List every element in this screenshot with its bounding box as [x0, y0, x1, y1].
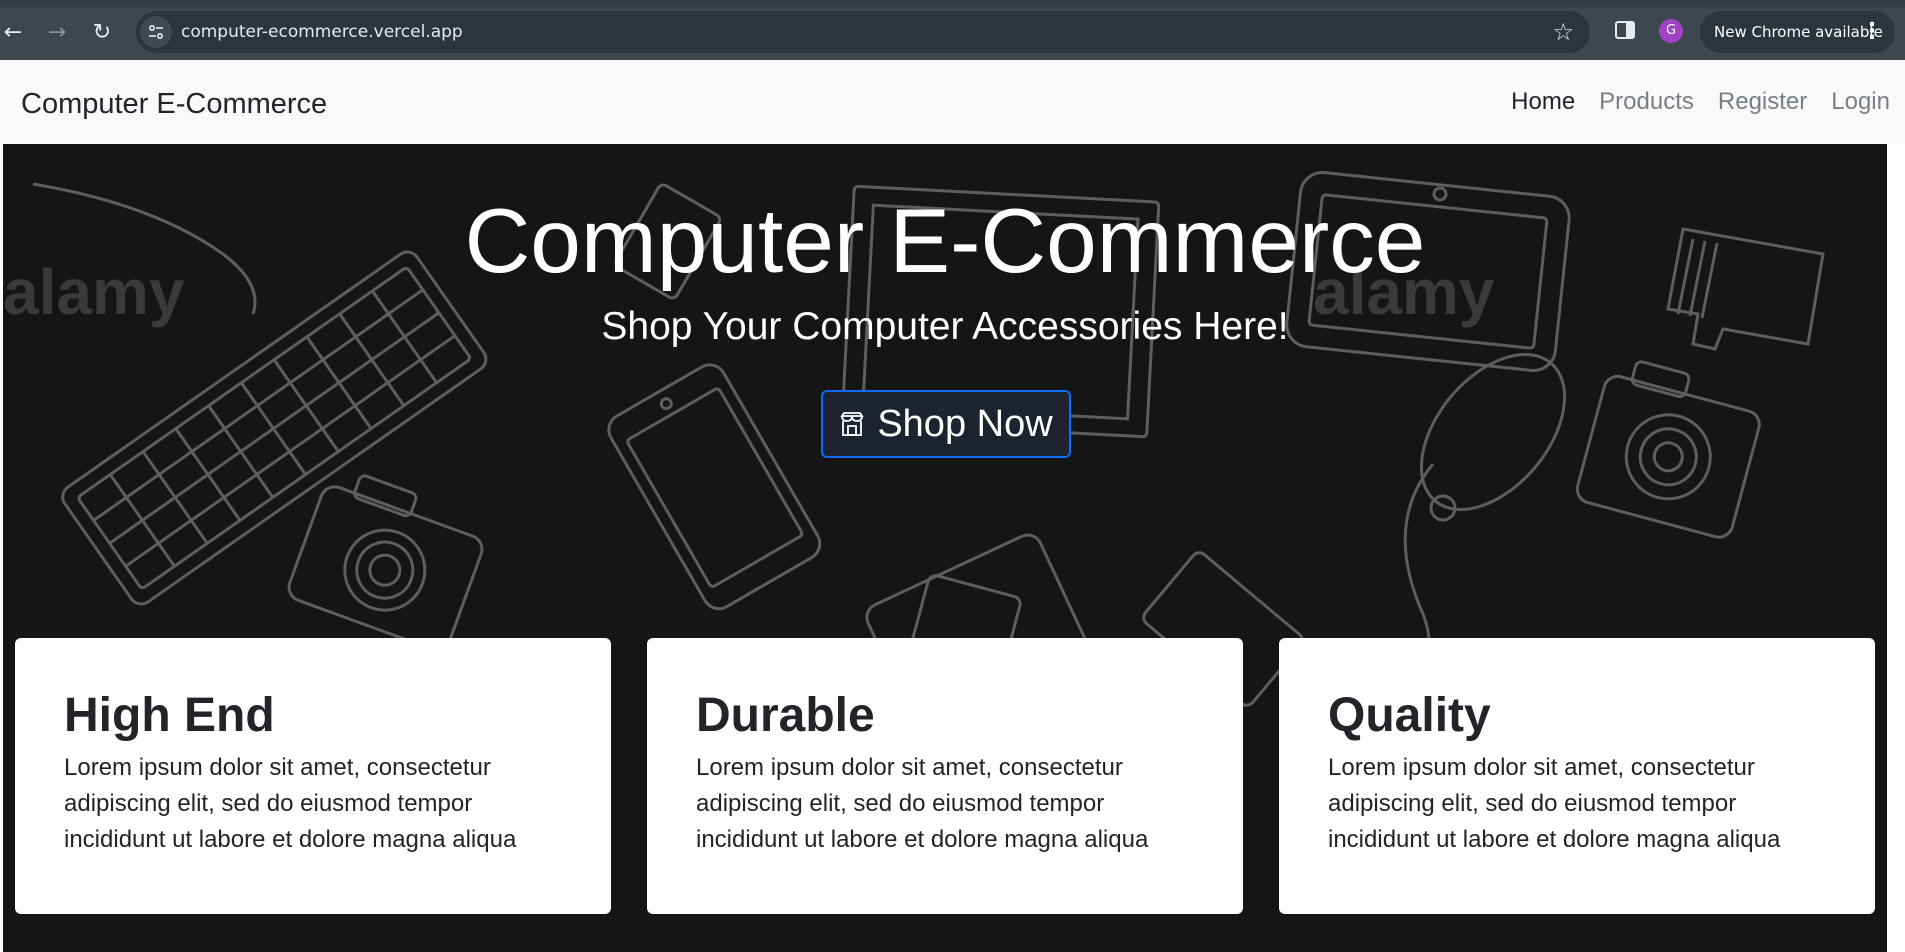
shop-icon — [840, 412, 865, 436]
bookmark-star-icon[interactable]: ☆ — [1552, 11, 1574, 53]
brand-link[interactable]: Computer E-Commerce — [21, 60, 327, 148]
hero-subtitle: Shop Your Computer Accessories Here! — [601, 305, 1289, 348]
nav-link-home[interactable]: Home — [1511, 88, 1575, 116]
profile-avatar[interactable]: G — [1659, 19, 1683, 43]
feature-card-quality: Quality Lorem ipsum dolor sit amet, cons… — [1279, 638, 1875, 914]
hero-section: alamy alamy Computer E-Commerce Shop You… — [3, 144, 1887, 952]
browser-toolbar: ← → ↻ computer-ecommerce.vercel.app ☆ G … — [0, 0, 1905, 60]
feature-title: Durable — [696, 689, 875, 742]
shop-now-button[interactable]: Shop Now — [821, 390, 1071, 458]
site-info-icon[interactable] — [140, 16, 172, 48]
feature-text: Lorem ipsum dolor sit amet, consectetur … — [1328, 754, 1781, 853]
feature-title: Quality — [1328, 689, 1491, 742]
feature-title: High End — [64, 689, 275, 742]
nav-links: Home Products Register Login — [1487, 60, 1890, 144]
feature-card-durable: Durable Lorem ipsum dolor sit amet, cons… — [647, 638, 1243, 914]
reload-icon[interactable]: ↻ — [85, 15, 119, 49]
feature-text: Lorem ipsum dolor sit amet, consectetur … — [64, 754, 517, 853]
address-bar[interactable]: computer-ecommerce.vercel.app ☆ — [136, 11, 1590, 53]
nav-link-products[interactable]: Products — [1599, 88, 1694, 116]
feature-text: Lorem ipsum dolor sit amet, consectetur … — [696, 754, 1149, 853]
shop-now-label: Shop Now — [877, 402, 1053, 445]
site-navbar: Computer E-Commerce Home Products Regist… — [0, 60, 1905, 144]
kebab-menu-icon[interactable]: ⋮ — [1861, 11, 1883, 53]
update-label: New Chrome available — [1714, 23, 1883, 41]
chrome-update-button[interactable]: New Chrome available ⋮ — [1700, 11, 1895, 53]
forward-arrow-icon[interactable]: → — [40, 15, 74, 49]
hero-title: Computer E-Commerce — [464, 191, 1426, 292]
url-text[interactable]: computer-ecommerce.vercel.app — [181, 11, 463, 53]
side-panel-icon[interactable] — [1615, 21, 1635, 39]
back-arrow-icon[interactable]: ← — [0, 15, 30, 49]
nav-link-login[interactable]: Login — [1831, 88, 1890, 116]
feature-card-high-end: High End Lorem ipsum dolor sit amet, con… — [15, 638, 611, 914]
nav-link-register[interactable]: Register — [1718, 88, 1807, 116]
